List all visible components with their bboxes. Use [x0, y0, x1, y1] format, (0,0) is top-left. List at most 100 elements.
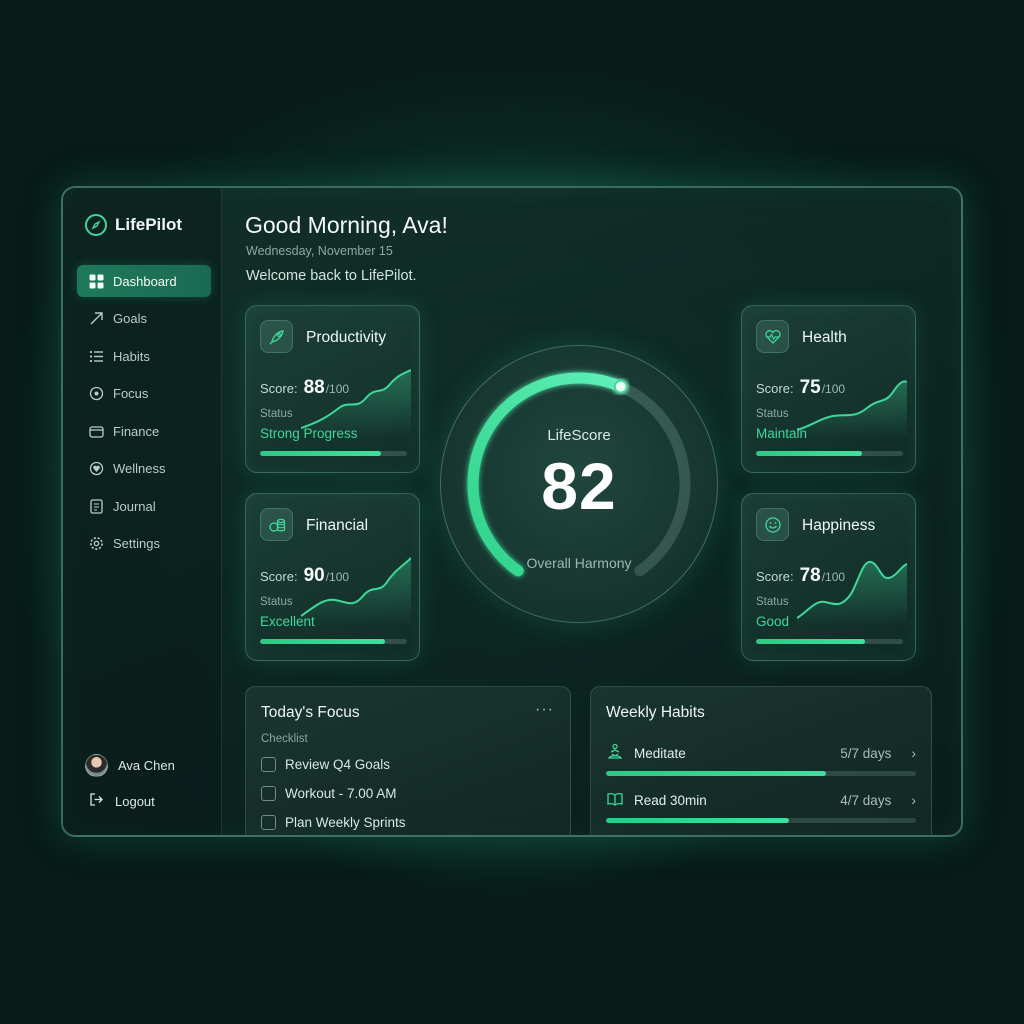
compass-logo-icon	[85, 214, 107, 236]
score-max: /100	[325, 570, 350, 584]
checkbox[interactable]	[261, 757, 276, 772]
sidebar-item-label: Habits	[113, 348, 150, 364]
sidebar-item-goals[interactable]: Goals	[77, 303, 211, 335]
score-max: /100	[821, 570, 846, 584]
gauge-subtitle: Overall Harmony	[526, 555, 632, 571]
gauge-label: LifeScore	[547, 427, 611, 444]
sidebar-item-journal[interactable]: Journal	[77, 490, 211, 522]
status-value: Excellent	[260, 614, 315, 629]
checklist-item[interactable]: Plan Weekly Sprints	[261, 815, 406, 830]
habit-progress-bar	[606, 771, 916, 776]
user-profile[interactable]: Ava Chen	[85, 754, 175, 777]
logout-label: Logout	[115, 793, 155, 809]
user-name: Ava Chen	[118, 758, 175, 773]
progress-fill	[260, 451, 381, 456]
card-title: Financial	[306, 517, 369, 534]
welcome-message: Welcome back to LifePilot.	[246, 268, 417, 284]
checklist-item[interactable]: Review Q4 Goals	[261, 757, 390, 772]
score-max: /100	[325, 382, 350, 396]
meditation-icon	[606, 743, 624, 764]
habit-progress-fill	[606, 818, 789, 823]
checkbox[interactable]	[261, 815, 276, 830]
sidebar-item-label: Wellness	[113, 461, 166, 476]
sidebar-item-finance[interactable]: Finance	[77, 415, 211, 447]
avatar	[85, 754, 108, 777]
heart-leaf-icon	[89, 461, 104, 476]
lifescore-gauge[interactable]: LifeScore 82 Overall Harmony	[440, 345, 718, 623]
sidebar: LifePilot Dashboard Goals Habits Focus F…	[63, 188, 222, 835]
score-label: Score:	[756, 381, 794, 396]
score-max: /100	[821, 382, 846, 396]
score-value: 88	[303, 377, 325, 398]
progress-bar	[756, 451, 903, 456]
habit-row-meditate[interactable]: Meditate 5/7 days ›	[606, 743, 916, 776]
score-value: 90	[303, 565, 325, 586]
sidebar-item-settings[interactable]: Settings	[77, 528, 211, 560]
rocket-icon	[260, 320, 293, 353]
status-label: Status	[260, 596, 293, 608]
heart-pulse-icon	[756, 320, 789, 353]
sidebar-item-habits[interactable]: Habits	[77, 340, 211, 372]
gear-icon	[89, 536, 104, 551]
happiness-card[interactable]: Happiness Score: 78 /100 Status Good	[741, 493, 916, 661]
progress-bar	[260, 451, 407, 456]
status-label: Status	[756, 596, 789, 608]
checklist-item[interactable]: Workout - 7.00 AM	[261, 786, 397, 801]
panel-title: Today's Focus	[261, 704, 360, 721]
status-value: Maintain	[756, 426, 808, 441]
card-title: Productivity	[306, 329, 387, 346]
score-label: Score:	[756, 569, 794, 584]
habit-progress-bar	[606, 818, 916, 823]
sidebar-item-label: Dashboard	[113, 273, 177, 289]
score-value: 75	[799, 377, 821, 398]
card-title: Health	[802, 329, 847, 346]
arrow-up-right-icon	[89, 311, 104, 326]
gauge-knob[interactable]	[613, 379, 628, 394]
habit-days: 4/7 days	[840, 792, 892, 808]
sidebar-item-label: Focus	[113, 386, 149, 401]
score-label: Score:	[260, 569, 298, 584]
more-menu-icon[interactable]: ···	[535, 701, 554, 719]
score-row: Score: 78 /100	[756, 565, 845, 587]
wallet-icon	[89, 424, 104, 439]
book-icon	[606, 790, 624, 811]
todays-focus-panel: Today's Focus ··· Checklist Review Q4 Go…	[245, 686, 571, 835]
checklist-item-label: Workout - 7.00 AM	[285, 786, 397, 801]
sidebar-item-label: Finance	[113, 423, 160, 439]
dots-list-icon	[89, 349, 104, 364]
sidebar-item-dashboard[interactable]: Dashboard	[77, 265, 211, 297]
target-icon	[89, 386, 104, 401]
smile-icon	[756, 508, 789, 541]
chevron-right-icon[interactable]: ›	[911, 745, 916, 761]
grid-icon	[89, 274, 104, 289]
brand[interactable]: LifePilot	[85, 214, 182, 236]
habit-name: Meditate	[634, 745, 686, 761]
progress-fill	[756, 451, 862, 456]
card-title: Happiness	[802, 517, 876, 534]
sidebar-item-label: Journal	[113, 498, 156, 514]
chevron-right-icon[interactable]: ›	[911, 792, 916, 808]
progress-bar	[756, 639, 903, 644]
score-row: Score: 75 /100	[756, 377, 845, 399]
sidebar-item-focus[interactable]: Focus	[77, 378, 211, 410]
sidebar-nav: Dashboard Goals Habits Focus Finance Wel…	[77, 265, 211, 565]
current-date: Wednesday, November 15	[246, 244, 393, 258]
productivity-card[interactable]: Productivity Score: 88 /100 Status Stron…	[245, 305, 420, 473]
panel-title: Weekly Habits	[606, 704, 705, 721]
score-row: Score: 90 /100	[260, 565, 349, 587]
score-row: Score: 88 /100	[260, 377, 349, 399]
habit-name: Read 30min	[634, 792, 707, 808]
checkbox[interactable]	[261, 786, 276, 801]
financial-card[interactable]: Financial Score: 90 /100 Status Excellen…	[245, 493, 420, 661]
habit-row-read[interactable]: Read 30min 4/7 days ›	[606, 790, 916, 823]
status-value: Strong Progress	[260, 426, 358, 441]
progress-fill	[756, 639, 865, 644]
checklist-item-label: Review Q4 Goals	[285, 757, 391, 772]
checklist-item-label: Plan Weekly Sprints	[285, 815, 406, 830]
health-card[interactable]: Health Score: 75 /100 Status Maintain	[741, 305, 916, 473]
app-window: LifePilot Dashboard Goals Habits Focus F…	[61, 186, 963, 837]
progress-bar	[260, 639, 407, 644]
logout-button[interactable]: Logout	[89, 792, 155, 810]
sidebar-item-wellness[interactable]: Wellness	[77, 453, 211, 485]
app-name: LifePilot	[115, 215, 183, 234]
